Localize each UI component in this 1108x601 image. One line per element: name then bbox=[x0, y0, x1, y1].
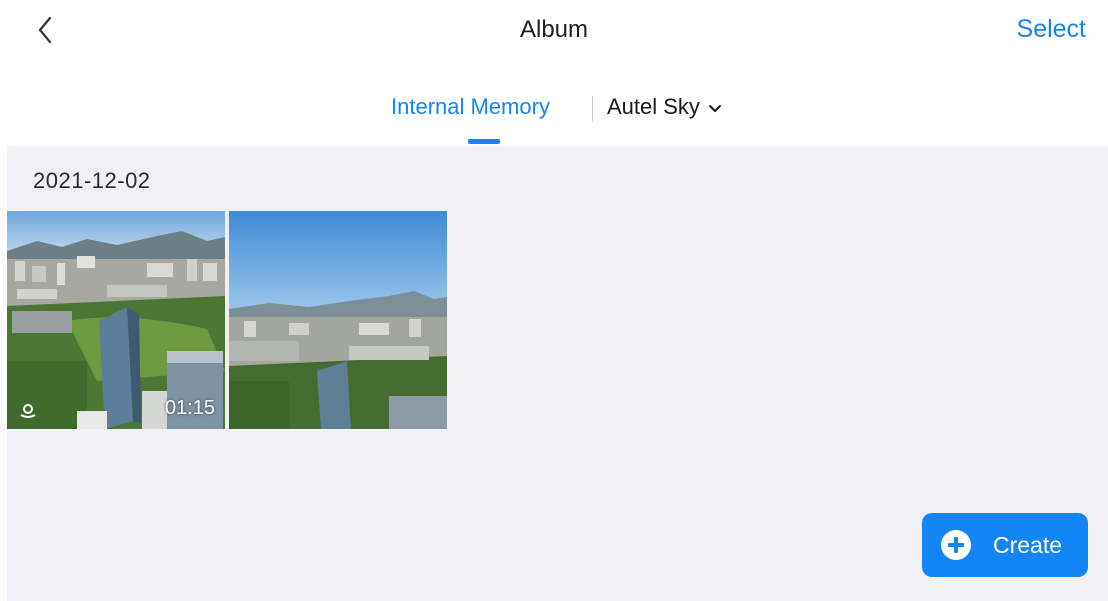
chevron-left-icon bbox=[30, 12, 70, 48]
active-tab-indicator bbox=[468, 139, 500, 144]
page-title: Album bbox=[519, 16, 589, 43]
create-button-label: Create bbox=[993, 531, 1063, 558]
media-thumbnail-video[interactable]: 01:15 bbox=[7, 211, 225, 429]
date-group-label: 2021-12-02 bbox=[33, 168, 151, 193]
tab-internal-memory[interactable]: Internal Memory bbox=[391, 94, 550, 120]
create-button[interactable]: Create bbox=[922, 513, 1088, 577]
top-bar: Album Select bbox=[0, 0, 1108, 64]
tab-divider bbox=[592, 96, 593, 122]
album-content: 2021-12-02 01:15 Create bbox=[7, 146, 1108, 601]
select-button[interactable]: Select bbox=[1017, 15, 1086, 44]
media-thumbnail-photo[interactable] bbox=[229, 211, 447, 429]
tab-autel-sky[interactable]: Autel Sky bbox=[607, 94, 722, 120]
plus-circle-icon bbox=[941, 530, 971, 560]
tab-autel-sky-label: Autel Sky bbox=[607, 94, 700, 119]
video-duration: 01:15 bbox=[164, 397, 215, 419]
chevron-down-icon bbox=[708, 94, 722, 120]
panorama-orbit-icon bbox=[17, 403, 39, 419]
aerial-landscape-image bbox=[229, 211, 447, 429]
storage-tabs: Internal Memory Autel Sky bbox=[0, 90, 1108, 146]
back-button[interactable] bbox=[30, 12, 70, 48]
